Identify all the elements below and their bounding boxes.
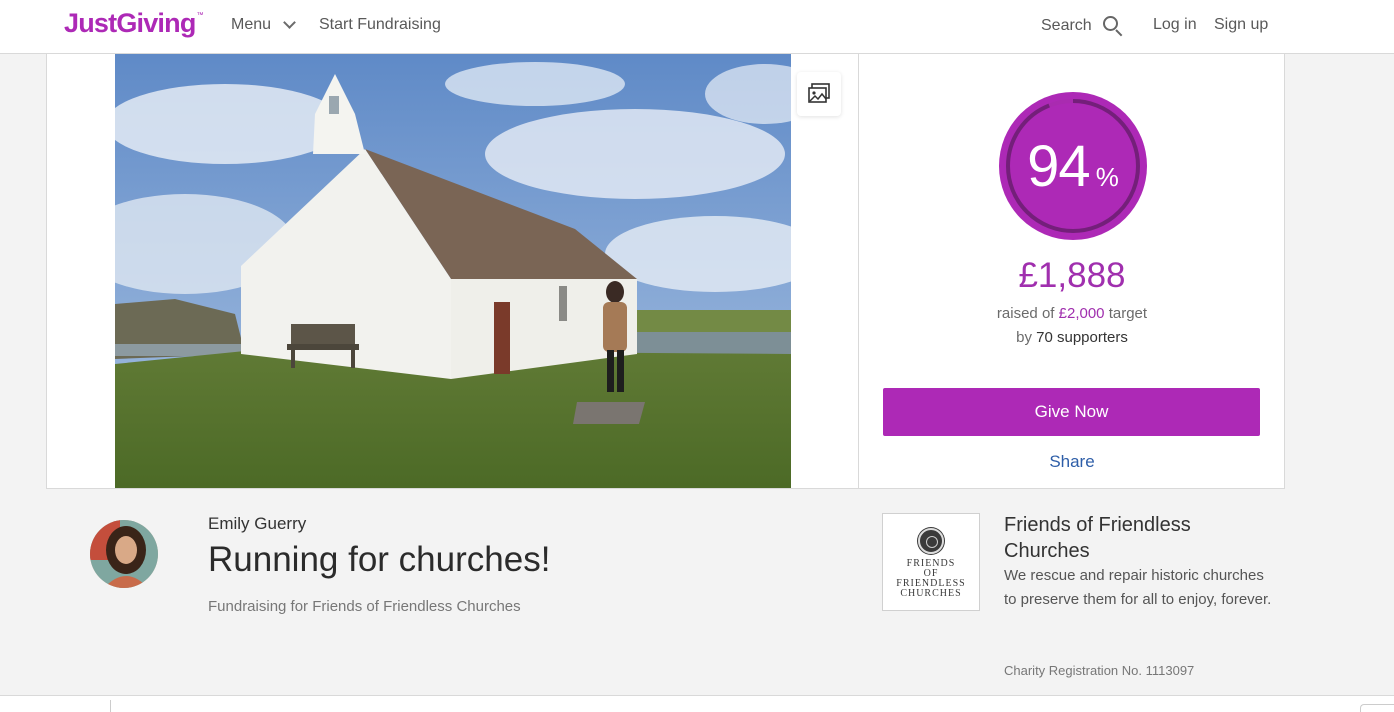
target-line: raised of £2,000 target <box>859 305 1285 322</box>
search-label: Search <box>1041 17 1092 34</box>
page-title: Running for churches! <box>208 540 551 579</box>
search-button[interactable]: Search <box>1041 15 1124 37</box>
login-link[interactable]: Log in <box>1153 15 1197 35</box>
supporters-count: 70 supporters <box>1036 329 1128 346</box>
hero-card: 94 % £1,888 raised of £2,000 target by 7… <box>46 54 1285 489</box>
amount-raised: £1,888 <box>1018 256 1126 295</box>
gallery-button[interactable] <box>797 72 841 116</box>
bottom-widget <box>1360 704 1394 712</box>
charity-name[interactable]: Friends of Friendless Churches <box>1004 512 1244 564</box>
bottom-divider <box>110 700 111 712</box>
charity-logo[interactable]: FRIENDS OF FRIENDLESS CHURCHES <box>882 513 980 611</box>
progress-ring: 94 % <box>999 92 1147 240</box>
start-fundraising-link[interactable]: Start Fundraising <box>319 15 441 35</box>
menu-button[interactable]: Menu <box>231 15 296 35</box>
chevron-down-icon <box>283 15 296 29</box>
fundraising-for-text: Fundraising for Friends of Friendless Ch… <box>208 598 521 615</box>
percent-value: 94 <box>1027 133 1091 199</box>
signup-link[interactable]: Sign up <box>1214 15 1268 35</box>
cover-photo <box>115 54 791 488</box>
share-link[interactable]: Share <box>859 452 1285 472</box>
percent-display: 94 % <box>999 92 1147 240</box>
charity-description: We rescue and repair historic churches t… <box>1004 567 1272 608</box>
justgiving-logo[interactable]: JustGiving™ <box>64 8 204 39</box>
give-now-button[interactable]: Give Now <box>883 388 1260 436</box>
page-owner-name[interactable]: Emily Guerry <box>208 514 306 534</box>
image-gallery-icon <box>808 83 830 103</box>
charity-seal-icon <box>918 528 944 554</box>
charity-logo-text: FRIENDS OF FRIENDLESS CHURCHES <box>896 559 965 599</box>
logo-trademark: ™ <box>196 12 204 19</box>
progress-panel: 94 % £1,888 raised of £2,000 target by 7… <box>859 54 1285 488</box>
raised-of-text: raised of <box>996 305 1055 322</box>
site-header: JustGiving™ Menu Start Fundraising Searc… <box>0 0 1394 54</box>
menu-label: Menu <box>231 16 272 33</box>
supporters-line: by 70 supporters <box>859 329 1285 346</box>
bottom-strip <box>0 696 1394 712</box>
by-text: by <box>1016 329 1032 346</box>
avatar <box>90 520 158 588</box>
percent-sign: % <box>1095 161 1119 192</box>
logo-line: CHURCHES <box>900 588 962 599</box>
logo-text[interactable]: JustGiving <box>64 8 196 38</box>
search-icon <box>1102 15 1124 37</box>
charity-registration: Charity Registration No. 1113097 <box>1004 663 1195 678</box>
target-amount: £2,000 <box>1058 305 1105 322</box>
target-suffix: target <box>1108 305 1148 322</box>
